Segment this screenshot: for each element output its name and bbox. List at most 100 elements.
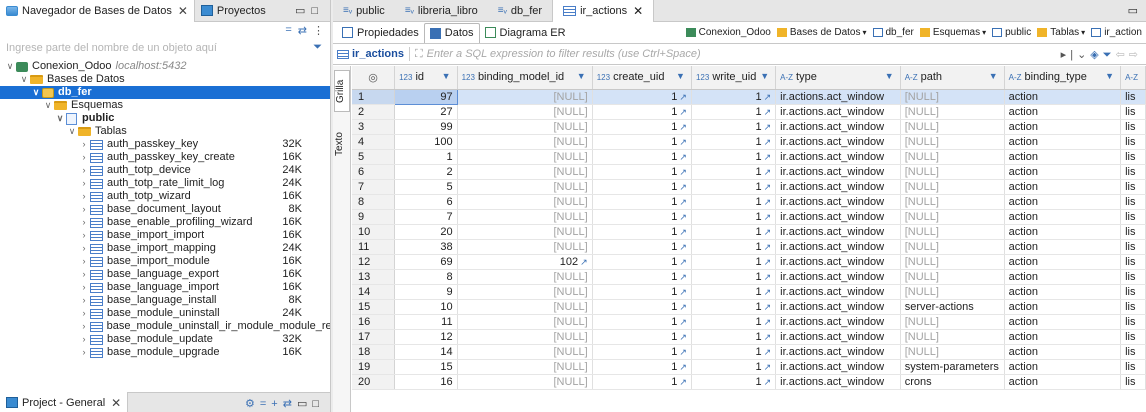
foreign-key-link-icon[interactable]: ↗	[679, 227, 687, 237]
column-header-binding-model-id[interactable]: 123 binding_model_id ▼	[457, 66, 593, 90]
tree-item-table[interactable]: › auth_totp_wizard 16K	[0, 190, 330, 203]
cell-binding-model-id[interactable]: [NULL]	[457, 164, 593, 180]
cell-binding-model-id[interactable]: [NULL]	[457, 119, 593, 135]
cell-truncated[interactable]: lis	[1120, 314, 1146, 330]
column-header-binding-type[interactable]: A-Z binding_type ▼	[1004, 66, 1122, 90]
cell-type[interactable]: ir.actions.act_window	[775, 89, 901, 105]
cell-type[interactable]: ir.actions.act_window	[775, 329, 901, 345]
tree-item-table[interactable]: › auth_passkey_key 32K	[0, 138, 330, 151]
cell-write-uid[interactable]: 1 ↗	[691, 119, 777, 135]
cell-path[interactable]: [NULL]	[900, 164, 1005, 180]
cell-path[interactable]: [NULL]	[900, 134, 1005, 150]
foreign-key-link-icon[interactable]: ↗	[679, 347, 687, 357]
cell-path[interactable]: [NULL]	[900, 104, 1005, 120]
tree-item-table[interactable]: › base_import_import 16K	[0, 229, 330, 242]
row-number[interactable]: 4	[352, 134, 396, 150]
column-header-write-uid[interactable]: 123 write_uid ▼	[691, 66, 777, 90]
row-number[interactable]: 17	[352, 329, 396, 345]
tree-item-table[interactable]: › base_language_export 16K	[0, 268, 330, 281]
row-number[interactable]: 14	[352, 284, 396, 300]
chevron-right-icon[interactable]: ›	[78, 320, 90, 333]
cell-create-uid[interactable]: 1 ↗	[592, 374, 692, 390]
column-header-truncated[interactable]: A-Z	[1120, 66, 1146, 90]
cell-binding-model-id[interactable]: [NULL]	[457, 179, 593, 195]
tree-item-table[interactable]: › base_language_install 8K	[0, 294, 330, 307]
cell-create-uid[interactable]: 1 ↗	[592, 254, 692, 270]
foreign-key-link-icon[interactable]: ↗	[764, 242, 772, 252]
filter-icon[interactable]: ⏷	[313, 41, 322, 54]
column-header-id[interactable]: 123 id ▼	[394, 66, 458, 90]
foreign-key-link-icon[interactable]: ↗	[764, 227, 772, 237]
foreign-key-link-icon[interactable]: ↗	[764, 302, 772, 312]
table-row[interactable]: 14 9 [NULL] 1 ↗ 1 ↗ ir.actions.act_window [NULL]…	[352, 284, 1146, 300]
cell-type[interactable]: ir.actions.act_window	[775, 209, 901, 225]
cell-binding-model-id[interactable]: [NULL]	[457, 194, 593, 210]
chevron-down-icon[interactable]: ∨	[42, 99, 54, 112]
cell-id[interactable]: 5	[394, 179, 458, 195]
cell-binding-model-id[interactable]: [NULL]	[457, 314, 593, 330]
cell-write-uid[interactable]: 1 ↗	[691, 179, 777, 195]
breadcrumb-table[interactable]: ir_action	[1091, 27, 1142, 38]
tree-item-table[interactable]: › base_module_uninstall 24K	[0, 307, 330, 320]
cell-binding-type[interactable]: action	[1004, 359, 1122, 375]
minimize-icon[interactable]: ▭	[1128, 5, 1142, 17]
filter-icon[interactable]: ⏷	[1103, 49, 1116, 61]
row-number[interactable]: 11	[352, 239, 396, 255]
cell-id[interactable]: 100	[394, 134, 458, 150]
row-number[interactable]: 7	[352, 179, 396, 195]
cell-id[interactable]: 38	[394, 239, 458, 255]
cell-create-uid[interactable]: 1 ↗	[592, 89, 692, 105]
chevron-right-icon[interactable]: ›	[78, 294, 90, 307]
cell-id[interactable]: 8	[394, 269, 458, 285]
subtab-data[interactable]: Datos	[423, 22, 480, 43]
chevron-down-icon[interactable]: ∨	[18, 73, 30, 86]
chevron-right-icon[interactable]: ›	[78, 255, 90, 268]
foreign-key-link-icon[interactable]: ↗	[679, 317, 687, 327]
row-number[interactable]: 3	[352, 119, 396, 135]
chevron-right-icon[interactable]: ›	[78, 216, 90, 229]
chevron-right-icon[interactable]: ›	[78, 307, 90, 320]
foreign-key-link-icon[interactable]: ↗	[679, 332, 687, 342]
cell-id[interactable]: 10	[394, 299, 458, 315]
cell-write-uid[interactable]: 1 ↗	[691, 254, 777, 270]
cell-type[interactable]: ir.actions.act_window	[775, 104, 901, 120]
foreign-key-link-icon[interactable]: ↗	[679, 182, 687, 192]
close-icon[interactable]: ✕	[111, 396, 121, 410]
cell-path[interactable]: [NULL]	[900, 194, 1005, 210]
cell-type[interactable]: ir.actions.act_window	[775, 224, 901, 240]
sort-dropdown-icon[interactable]: ▼	[885, 71, 894, 81]
cell-create-uid[interactable]: 1 ↗	[592, 134, 692, 150]
foreign-key-link-icon[interactable]: ↗	[764, 362, 772, 372]
foreign-key-link-icon[interactable]: ↗	[679, 152, 687, 162]
cell-binding-model-id[interactable]: [NULL]	[457, 299, 593, 315]
column-header-path[interactable]: A-Z path ▼	[900, 66, 1005, 90]
cell-write-uid[interactable]: 1 ↗	[691, 359, 777, 375]
cell-path[interactable]: crons	[900, 374, 1005, 390]
cell-truncated[interactable]: lis	[1120, 224, 1146, 240]
table-row[interactable]: 13 8 [NULL] 1 ↗ 1 ↗ ir.actions.act_window [NULL]…	[352, 269, 1146, 285]
cell-write-uid[interactable]: 1 ↗	[691, 149, 777, 165]
subtab-properties[interactable]: Propiedades	[337, 23, 424, 43]
row-number[interactable]: 13	[352, 269, 396, 285]
cell-path[interactable]: [NULL]	[900, 314, 1005, 330]
cell-type[interactable]: ir.actions.act_window	[775, 314, 901, 330]
cell-truncated[interactable]: lis	[1120, 284, 1146, 300]
cell-path[interactable]: [NULL]	[900, 149, 1005, 165]
cell-truncated[interactable]: lis	[1120, 119, 1146, 135]
cell-id[interactable]: 16	[394, 374, 458, 390]
chevron-down-icon[interactable]: ∨	[30, 86, 42, 99]
select-all-icon[interactable]: ◎	[368, 72, 378, 84]
row-number[interactable]: 19	[352, 359, 396, 375]
sort-dropdown-icon[interactable]: ▼	[442, 71, 451, 81]
cell-write-uid[interactable]: 1 ↗	[691, 314, 777, 330]
cell-binding-model-id[interactable]: 102 ↗	[457, 254, 593, 270]
tree-item-table[interactable]: › base_language_import 16K	[0, 281, 330, 294]
cell-path[interactable]: [NULL]	[900, 254, 1005, 270]
cell-binding-type[interactable]: action	[1004, 344, 1122, 360]
cell-create-uid[interactable]: 1 ↗	[592, 179, 692, 195]
cell-binding-type[interactable]: action	[1004, 134, 1122, 150]
collapse-all-icon[interactable]: =	[285, 24, 291, 36]
editor-tab-ir-actions[interactable]: ir_actions ✕	[552, 0, 655, 22]
cell-id[interactable]: 2	[394, 164, 458, 180]
row-number[interactable]: 2	[352, 104, 396, 120]
